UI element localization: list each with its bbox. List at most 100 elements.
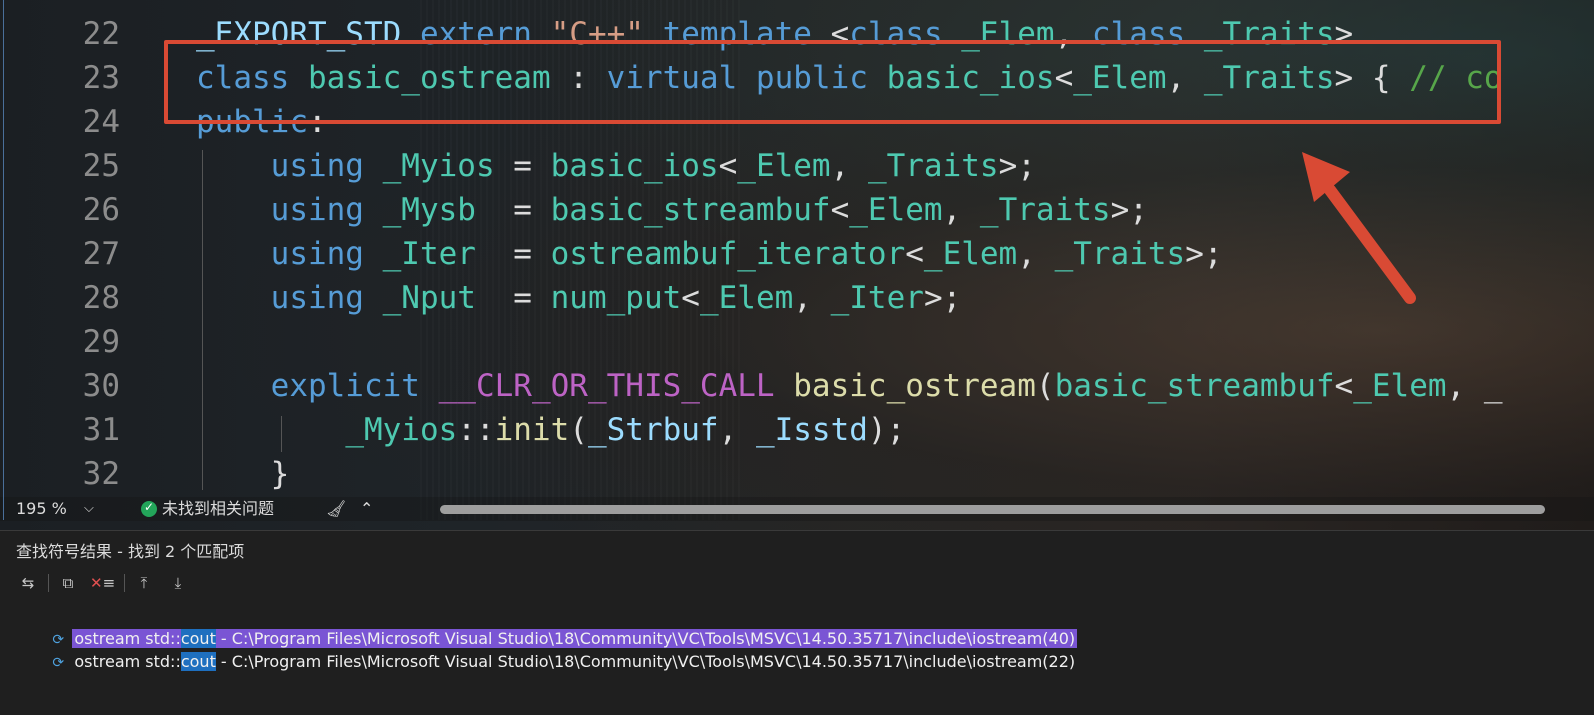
code-line[interactable]: 30 explicit __CLR_OR_THIS_CALL basic_ost…	[0, 364, 1594, 408]
symbol-reference-icon: ⟳	[52, 655, 65, 671]
code-token: _Myios	[382, 148, 514, 184]
code-token: =	[513, 192, 551, 228]
horizontal-scrollbar[interactable]	[440, 505, 1545, 514]
result-path: - C:\Program Files\Microsoft Visual Stud…	[215, 652, 1076, 671]
code-token: basic_streambuf	[550, 192, 831, 228]
code-token: >;	[1110, 192, 1148, 228]
code-token: _Elem	[923, 236, 1018, 272]
line-number: 24	[82, 104, 120, 140]
panel-title: 查找符号结果 - 找到 2 个匹配项	[16, 542, 245, 561]
code-token: _Nput	[382, 280, 514, 316]
next-location-icon[interactable]: ⤓	[166, 571, 190, 595]
code-token: _Strbuf	[587, 412, 719, 448]
code-token: ::	[457, 412, 495, 448]
chevron-up-icon[interactable]: ⌃	[360, 497, 373, 521]
code-token: _Elem	[849, 192, 943, 228]
code-token: =	[513, 148, 551, 184]
clear-all-icon[interactable]: ✕≡	[90, 571, 115, 595]
code-text[interactable]: using _Myios = basic_ios<_Elem, _Traits>…	[196, 144, 1036, 188]
code-token: >;	[998, 148, 1036, 184]
previous-location-icon[interactable]: ⤒	[132, 571, 156, 595]
code-cleanup-icon[interactable]: 🧹︎	[326, 497, 346, 521]
code-token: basic_ostream	[793, 368, 1036, 404]
code-token: init	[494, 412, 570, 448]
code-editor[interactable]: 22 _EXPORT_STD extern "C++" template <cla…	[0, 0, 1594, 531]
indent-guide	[202, 150, 203, 490]
code-token: _Traits	[979, 192, 1111, 228]
code-token: <	[830, 192, 850, 228]
code-token: _Mysb	[382, 192, 514, 228]
code-token: <	[681, 280, 700, 316]
go-to-definition-icon[interactable]: ⇆	[16, 571, 40, 595]
code-token: ostreambuf_iterator	[550, 236, 906, 272]
line-number: 23	[82, 60, 120, 96]
code-token: =	[513, 280, 551, 316]
find-symbol-results-panel: 查找符号结果 - 找到 2 个匹配项 ⇆ ⧉ ✕≡ ⤒ ⤓ ⟳ ostream s…	[0, 531, 1594, 715]
toolbar-divider	[124, 574, 125, 592]
code-token: _Traits	[1054, 236, 1186, 272]
code-token: =	[513, 236, 551, 272]
code-token: <	[1334, 368, 1354, 404]
code-token: using	[270, 280, 383, 316]
code-token: _Iter	[830, 280, 924, 316]
result-item[interactable]: ⟳ ostream std::cout - C:\Program Files\Mi…	[32, 606, 1078, 648]
result-prefix: ostream std::	[74, 652, 181, 671]
code-token: _Myios	[345, 412, 458, 448]
code-token: , _	[1446, 368, 1503, 404]
line-number: 31	[82, 412, 120, 448]
line-number: 32	[82, 456, 120, 492]
code-token: _Elem	[1353, 368, 1447, 404]
code-token: num_put	[550, 280, 682, 316]
copy-icon[interactable]: ⧉	[56, 571, 80, 595]
zoom-level[interactable]: 195 %	[16, 497, 67, 521]
result-item[interactable]: ⟳ ostream std::cout - C:\Program Files\Mi…	[32, 629, 1077, 671]
code-line[interactable]: 29	[0, 320, 1594, 364]
code-token: explicit	[270, 368, 439, 404]
code-token: using	[270, 236, 383, 272]
issues-status[interactable]: 未找到相关问题	[162, 497, 274, 521]
code-token: basic_ios	[550, 148, 719, 184]
check-circle-icon	[141, 500, 157, 517]
code-token: }	[196, 456, 290, 492]
code-token: >;	[923, 280, 962, 316]
indent-guide	[281, 416, 282, 452]
code-token: <	[905, 236, 924, 272]
code-token: );	[867, 412, 906, 448]
line-number: 30	[82, 368, 120, 404]
code-line[interactable]: 32 }	[0, 452, 1594, 496]
code-token: _Elem	[737, 148, 831, 184]
line-number: 28	[82, 280, 120, 316]
code-text[interactable]: explicit __CLR_OR_THIS_CALL basic_ostrea…	[196, 364, 1503, 408]
code-token: >;	[1185, 236, 1223, 272]
code-text[interactable]: _Myios::init(_Strbuf, _Isstd);	[196, 408, 905, 452]
code-token: _Isstd	[755, 412, 868, 448]
code-text[interactable]: using _Iter = ostreambuf_iterator<_Elem,…	[196, 232, 1223, 276]
code-line[interactable]: 31 _Myios::init(_Strbuf, _Isstd);	[0, 408, 1594, 452]
code-token: __CLR_OR_THIS_CALL	[438, 368, 794, 404]
chevron-down-icon[interactable]: ⌵	[84, 497, 94, 521]
code-token: (	[1035, 368, 1055, 404]
code-text[interactable]: using _Mysb = basic_streambuf<_Elem, _Tr…	[196, 188, 1148, 232]
line-number: 27	[82, 236, 120, 272]
code-token: ,	[830, 148, 868, 184]
code-token: basic_streambuf	[1054, 368, 1335, 404]
code-token: <	[718, 148, 738, 184]
annotation-arrow	[1302, 152, 1416, 304]
line-number: 26	[82, 192, 120, 228]
line-number: 22	[82, 16, 120, 52]
editor-status-bar: 195 % ⌵ 未找到相关问题 🧹︎ ⌃	[0, 497, 1594, 521]
code-text[interactable]: using _Nput = num_put<_Elem, _Iter>;	[196, 276, 962, 320]
code-text[interactable]: }	[196, 452, 290, 496]
annotation-highlight-box	[164, 40, 1501, 124]
toolbar-divider	[48, 574, 49, 592]
line-number: 25	[82, 148, 120, 184]
code-token: using	[270, 148, 383, 184]
code-token: ,	[793, 280, 831, 316]
code-token: _Traits	[867, 148, 999, 184]
